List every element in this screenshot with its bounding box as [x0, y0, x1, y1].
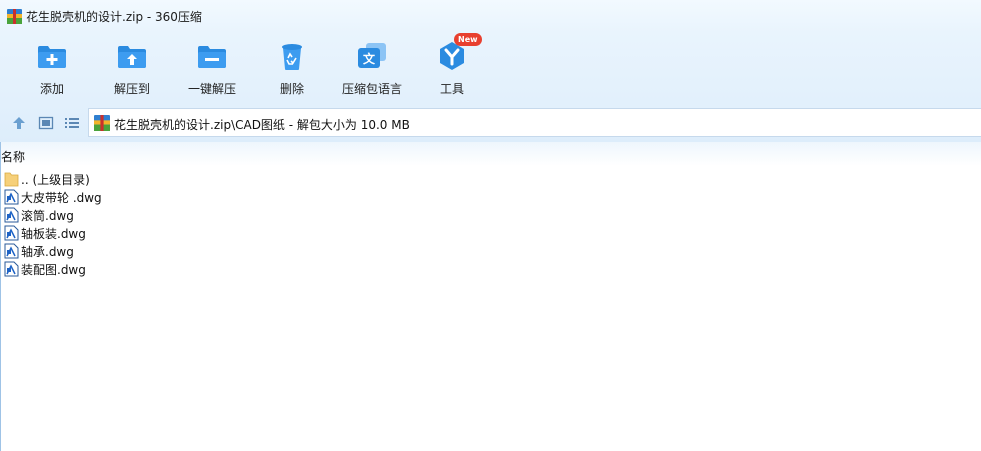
- main-toolbar: 添加 解压到 一键解压 删除 文 压缩包语言 New 工具: [0, 32, 981, 104]
- list-item-file[interactable]: 大皮带轮 .dwg: [1, 188, 981, 206]
- new-badge: New: [454, 33, 482, 46]
- column-name-label: 名称: [1, 150, 26, 164]
- one-click-extract-button[interactable]: 一键解压: [172, 36, 252, 100]
- recycle-bin-icon: [282, 44, 302, 70]
- tools-button[interactable]: New 工具: [412, 33, 492, 100]
- language-icon: 文: [358, 43, 386, 68]
- window-title: 花生脱壳机的设计.zip - 360压缩: [26, 10, 202, 24]
- dwg-file-icon: [4, 261, 19, 277]
- list-item-file[interactable]: 装配图.dwg: [1, 260, 981, 278]
- list-item-file[interactable]: 轴板装.dwg: [1, 224, 981, 242]
- title-bar: 花生脱壳机的设计.zip - 360压缩: [0, 0, 981, 32]
- add-label: 添加: [39, 82, 64, 96]
- tools-label: 工具: [439, 82, 464, 96]
- address-path: 花生脱壳机的设计.zip\CAD图纸 - 解包大小为 10.0 MB: [114, 118, 410, 132]
- list-item-parent-directory[interactable]: .. (上级目录): [1, 170, 981, 188]
- add-button[interactable]: 添加: [12, 36, 92, 100]
- extract-to-label: 解压到: [113, 82, 150, 96]
- file-name: 滚筒.dwg: [21, 209, 74, 223]
- address-bar[interactable]: 花生脱壳机的设计.zip\CAD图纸 - 解包大小为 10.0 MB: [88, 108, 981, 137]
- delete-label: 删除: [279, 82, 304, 96]
- dwg-file-icon: [4, 225, 19, 241]
- folder-up-icon: [4, 172, 19, 187]
- delete-button[interactable]: 删除: [252, 36, 332, 100]
- file-name: 大皮带轮 .dwg: [21, 191, 102, 205]
- list-item-file[interactable]: 轴承.dwg: [1, 242, 981, 260]
- dwg-file-icon: [4, 207, 19, 223]
- file-name: 轴承.dwg: [21, 245, 74, 259]
- list-item-file[interactable]: 滚筒.dwg: [1, 206, 981, 224]
- zip-archive-icon: [7, 9, 22, 24]
- list-view-icon[interactable]: [64, 115, 80, 131]
- file-name: 装配图.dwg: [21, 263, 86, 277]
- zip-archive-icon: [94, 115, 110, 131]
- extract-to-icon: [118, 46, 146, 68]
- column-header-name[interactable]: 名称: [1, 142, 981, 166]
- file-name: 轴板装.dwg: [21, 227, 86, 241]
- file-name: .. (上级目录): [21, 173, 90, 187]
- file-list-pane: 名称 .. (上级目录) 大皮带轮 .dwg 滚筒.dwg 轴板装.dwg 轴承…: [0, 142, 981, 451]
- dwg-file-icon: [4, 189, 19, 205]
- archive-language-label: 压缩包语言: [341, 82, 402, 96]
- thumbnail-view-icon[interactable]: [38, 115, 54, 131]
- add-folder-icon: [38, 46, 66, 68]
- file-list: .. (上级目录) 大皮带轮 .dwg 滚筒.dwg 轴板装.dwg 轴承.dw…: [1, 170, 981, 278]
- up-arrow-icon[interactable]: [11, 115, 27, 131]
- one-click-extract-icon: [198, 46, 226, 68]
- navigation-bar: 花生脱壳机的设计.zip\CAD图纸 - 解包大小为 10.0 MB: [0, 104, 981, 142]
- svg-text:文: 文: [363, 51, 376, 66]
- archive-language-button[interactable]: 文 压缩包语言: [332, 36, 412, 100]
- one-click-extract-label: 一键解压: [187, 82, 236, 96]
- extract-to-button[interactable]: 解压到: [92, 36, 172, 100]
- dwg-file-icon: [4, 243, 19, 259]
